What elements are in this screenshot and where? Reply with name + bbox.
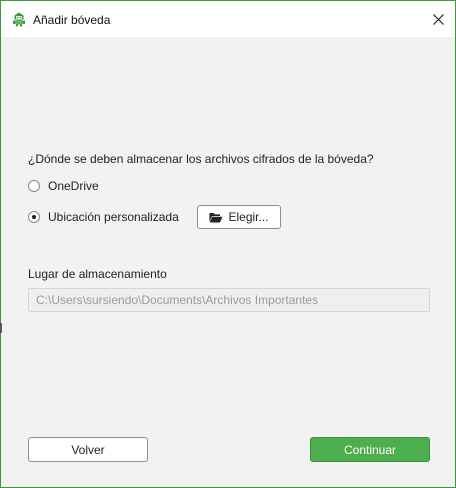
choose-folder-label: Elegir... (228, 210, 269, 224)
radio-custom-location[interactable]: Ubicación personalizada (28, 210, 179, 224)
storage-path-field[interactable] (28, 288, 430, 312)
continue-button[interactable]: Continuar (310, 437, 430, 462)
radio-onedrive-label: OneDrive (48, 179, 99, 193)
radio-onedrive-indicator[interactable] (28, 180, 40, 192)
back-button-label: Volver (71, 442, 105, 457)
close-button[interactable] (421, 1, 455, 37)
back-button[interactable]: Volver (28, 437, 148, 462)
title-bar: Añadir bóveda (1, 1, 455, 37)
radio-custom-location-label: Ubicación personalizada (48, 210, 179, 224)
cryptomator-robot-icon (13, 12, 25, 27)
storage-location-question: ¿Dónde se deben almacenar los archivos c… (28, 152, 374, 166)
choose-folder-button[interactable]: Elegir... (197, 205, 281, 229)
window-title: Añadir bóveda (33, 13, 111, 27)
continue-button-label: Continuar (343, 442, 397, 457)
radio-onedrive[interactable]: OneDrive (28, 179, 99, 193)
radio-custom-location-indicator[interactable] (28, 211, 40, 223)
add-vault-dialog: Añadir bóveda ¿Dónde se deben almacenar … (0, 0, 456, 488)
close-icon (432, 13, 444, 25)
storage-location-label: Lugar de almacenamiento (28, 267, 167, 281)
folder-open-icon (209, 212, 223, 222)
edge-marker (0, 323, 2, 333)
